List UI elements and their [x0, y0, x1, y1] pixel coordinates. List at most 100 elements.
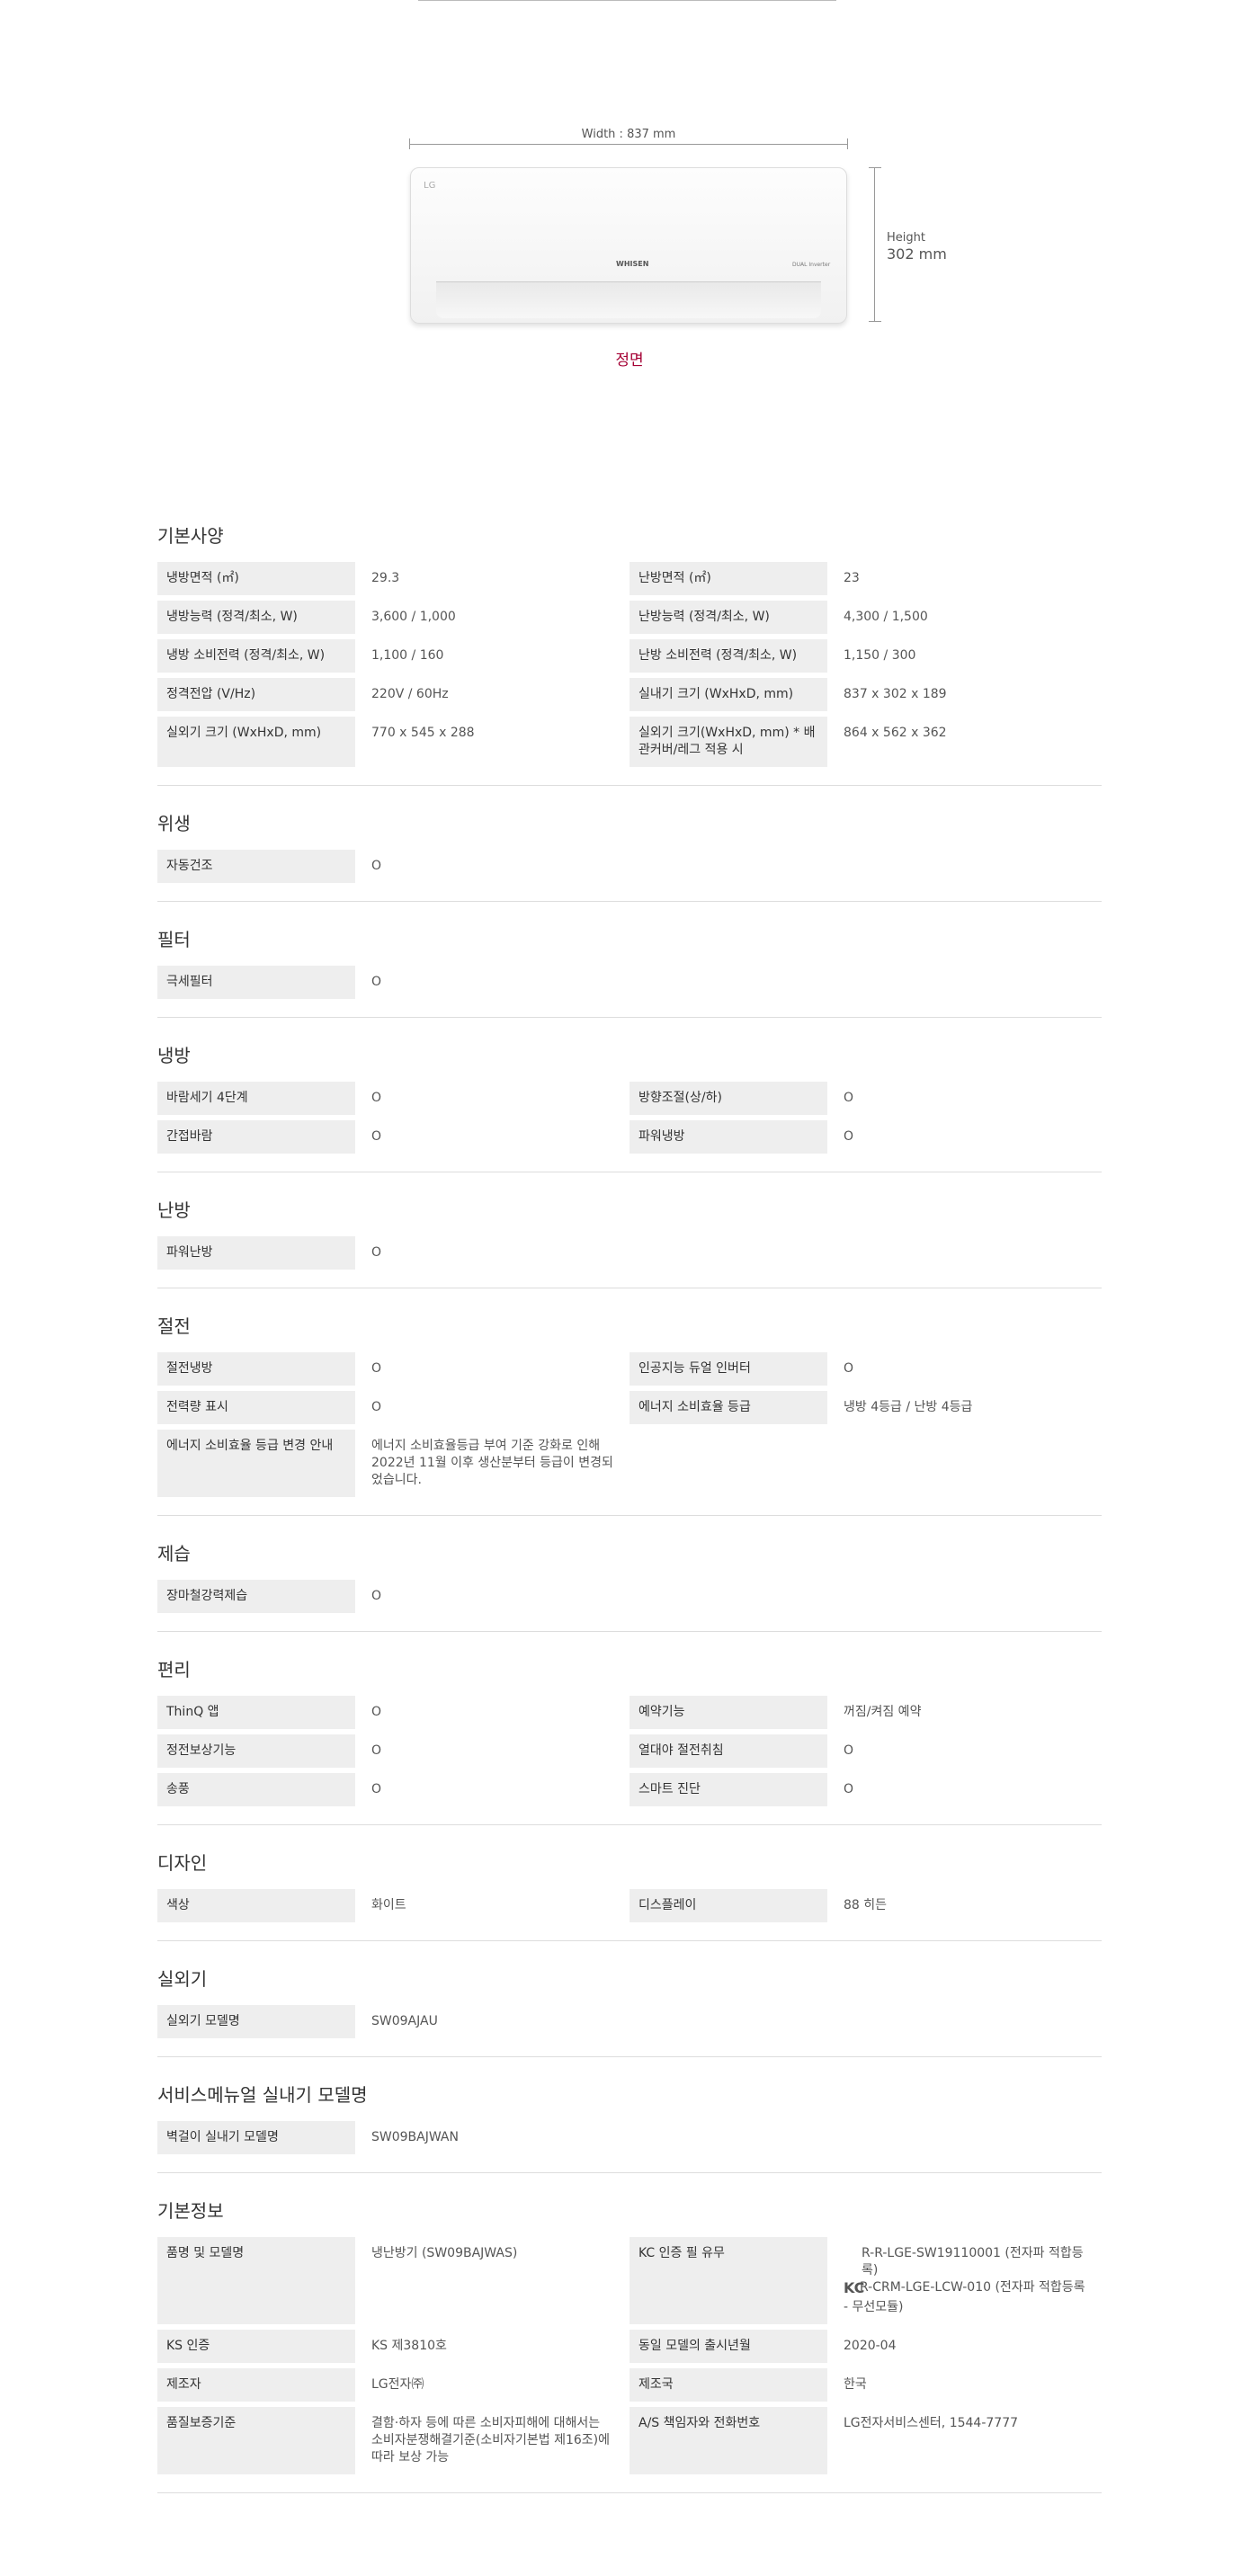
spec-value: O	[844, 1091, 854, 1105]
spec-value: O	[371, 859, 382, 873]
spec-value: O	[371, 975, 382, 989]
spec-key: 극세필터	[157, 966, 355, 999]
height-label: Height 302 mm	[887, 231, 947, 263]
kc-cert-line: R-CRM-LGE-LCW-010 (전자파 적합등록 - 무선모듈)	[844, 2280, 1085, 2314]
spec-key: 디스플레이	[630, 1889, 827, 1922]
spec-key: 벽걸이 실내기 모델명	[157, 2121, 355, 2154]
spec-key: 난방능력 (정격/최소, W)	[630, 601, 827, 634]
spec-key: 인공지능 듀얼 인버터	[630, 1352, 827, 1386]
spec-value: 꺼짐/켜짐 예약	[844, 1705, 922, 1719]
front-view-label: 정면	[615, 352, 644, 370]
spec-key: 품질보증기준	[157, 2407, 355, 2474]
width-label: Width : 837 mm	[581, 128, 676, 141]
spec-key: 전력량 표시	[157, 1391, 355, 1424]
spec-key: 냉방능력 (정격/최소, W)	[157, 601, 355, 634]
spec-key: 실외기 크기 (WxHxD, mm)	[157, 717, 355, 767]
kc-mark-icon: KC	[844, 2279, 865, 2296]
spec-key: 예약기능	[630, 1696, 827, 1729]
spec-value: 에너지 소비효율등급 부여 기준 강화로 인해 2022년 11월 이후 생산분…	[371, 1439, 613, 1487]
section-title: 냉방	[157, 1045, 191, 1066]
section-convenience: 편리 ThinQ 앱 O 예약기능 꺼짐/켜짐 예약 정전보상기능 O 열대야 …	[157, 1655, 1102, 1825]
height-dimension	[869, 167, 881, 322]
section-title: 실외기	[157, 1968, 208, 1990]
section-title: 난방	[157, 1199, 191, 1221]
spec-key: 동일 모델의 출시년월	[630, 2330, 827, 2363]
spec-key: 스마트 진단	[630, 1773, 827, 1806]
section-title: 편리	[157, 1659, 191, 1680]
spec-value: O	[371, 1705, 382, 1719]
spec-value: 냉난방기 (SW09BAJWAS)	[371, 2246, 518, 2260]
spec-value: SW09BAJWAN	[371, 2130, 459, 2144]
spec-key: 색상	[157, 1889, 355, 1922]
spec-table: 기본사양 냉방면적 (㎡) 29.3 난방면적 (㎡) 23 냉방능력 (정격/…	[157, 521, 1102, 2517]
spec-key: 냉방 소비전력 (정격/최소, W)	[157, 639, 355, 673]
air-conditioner-image: LG WHISEN DUAL Inverter	[410, 167, 847, 324]
spec-value: 770 x 545 x 288	[371, 726, 475, 740]
spec-key: 실외기 크기(WxHxD, mm) * 배관커버/레그 적용 시	[630, 717, 827, 767]
spec-key: 간접바람	[157, 1120, 355, 1154]
spec-value: 837 x 302 x 189	[844, 687, 947, 701]
section-title: 디자인	[157, 1852, 208, 1874]
spec-key: 제조자	[157, 2368, 355, 2402]
spec-key: 장마철강력제습	[157, 1580, 355, 1613]
spec-value: 1,150 / 300	[844, 648, 916, 663]
spec-value: 864 x 562 x 362	[844, 726, 947, 740]
spec-key: ThinQ 앱	[157, 1696, 355, 1729]
section-outdoor-unit: 실외기 실외기 모델명 SW09AJAU	[157, 1965, 1102, 2057]
spec-key: 정격전압 (V/Hz)	[157, 678, 355, 711]
spec-key: 절전냉방	[157, 1352, 355, 1386]
spec-key: A/S 책임자와 전화번호	[630, 2407, 827, 2474]
spec-key: 에너지 소비효율 등급 변경 안내	[157, 1430, 355, 1497]
spec-key: 파워난방	[157, 1236, 355, 1270]
spec-value: KS 제3810호	[371, 2339, 447, 2353]
spec-value: O	[371, 1245, 382, 1260]
spec-value: O	[371, 1129, 382, 1144]
spec-value: O	[371, 1743, 382, 1758]
spec-key: 자동건조	[157, 850, 355, 883]
spec-value: 3,600 / 1,000	[371, 610, 456, 624]
spec-key: 방향조절(상/하)	[630, 1082, 827, 1115]
spec-value: 29.3	[371, 571, 400, 585]
spec-value: 냉방 4등급 / 난방 4등급	[844, 1400, 973, 1414]
spec-key: 바람세기 4단계	[157, 1082, 355, 1115]
spec-key: 에너지 소비효율 등급	[630, 1391, 827, 1424]
spec-key: 열대야 절전취침	[630, 1734, 827, 1768]
spec-key: KS 인증	[157, 2330, 355, 2363]
section-title: 절전	[157, 1315, 191, 1337]
spec-value: 2020-04	[844, 2339, 897, 2353]
section-hygiene: 위생 자동건조 O	[157, 809, 1102, 902]
spec-value: 1,100 / 160	[371, 648, 444, 663]
spec-value: 한국	[844, 2377, 867, 2392]
spec-value: O	[371, 1400, 382, 1414]
section-heating: 난방 파워난방 O	[157, 1196, 1102, 1288]
section-title: 필터	[157, 929, 191, 950]
section-service-manual: 서비스메뉴얼 실내기 모델명 벽걸이 실내기 모델명 SW09BAJWAN	[157, 2081, 1102, 2173]
section-title: 서비스메뉴얼 실내기 모델명	[157, 2084, 368, 2106]
product-dimension-figure: Width : 837 mm LG WHISEN DUAL Inverter H…	[0, 0, 1259, 387]
spec-value: O	[844, 1129, 854, 1144]
spec-value: O	[844, 1782, 854, 1796]
spec-key: 송풍	[157, 1773, 355, 1806]
spec-key: 실외기 모델명	[157, 2005, 355, 2038]
spec-value: O	[371, 1091, 382, 1105]
spec-value: O	[371, 1782, 382, 1796]
spec-value: O	[371, 1589, 382, 1603]
width-dimension: Width : 837 mm	[409, 128, 848, 149]
brand-mark: WHISEN	[616, 260, 649, 268]
kc-cert-line: R-R-LGE-SW19110001 (전자파 적합등록)	[862, 2246, 1084, 2277]
kc-certification-value: R-R-LGE-SW19110001 (전자파 적합등록) KCR-CRM-LG…	[827, 2237, 1102, 2324]
inverter-mark: DUAL Inverter	[792, 262, 831, 268]
spec-value: 220V / 60Hz	[371, 687, 449, 701]
section-basic-info: 기본정보 품명 및 모델명 냉난방기 (SW09BAJWAS) KC 인증 필 …	[157, 2197, 1102, 2493]
section-title: 기본사양	[157, 525, 224, 547]
spec-value: LG전자㈜	[371, 2377, 424, 2392]
section-cooling: 냉방 바람세기 4단계 O 방향조절(상/하) O 간접바람 O 파워냉방 O	[157, 1041, 1102, 1172]
section-basic-spec: 기본사양 냉방면적 (㎡) 29.3 난방면적 (㎡) 23 냉방능력 (정격/…	[157, 521, 1102, 786]
spec-value: O	[371, 1361, 382, 1376]
spec-key: 파워냉방	[630, 1120, 827, 1154]
section-title: 기본정보	[157, 2200, 224, 2222]
section-power-saving: 절전 절전냉방 O 인공지능 듀얼 인버터 O 전력량 표시 O 에너지 소비효…	[157, 1312, 1102, 1516]
spec-key: 실내기 크기 (WxHxD, mm)	[630, 678, 827, 711]
section-design: 디자인 색상 화이트 디스플레이 88 히든	[157, 1849, 1102, 1941]
spec-key: 정전보상기능	[157, 1734, 355, 1768]
